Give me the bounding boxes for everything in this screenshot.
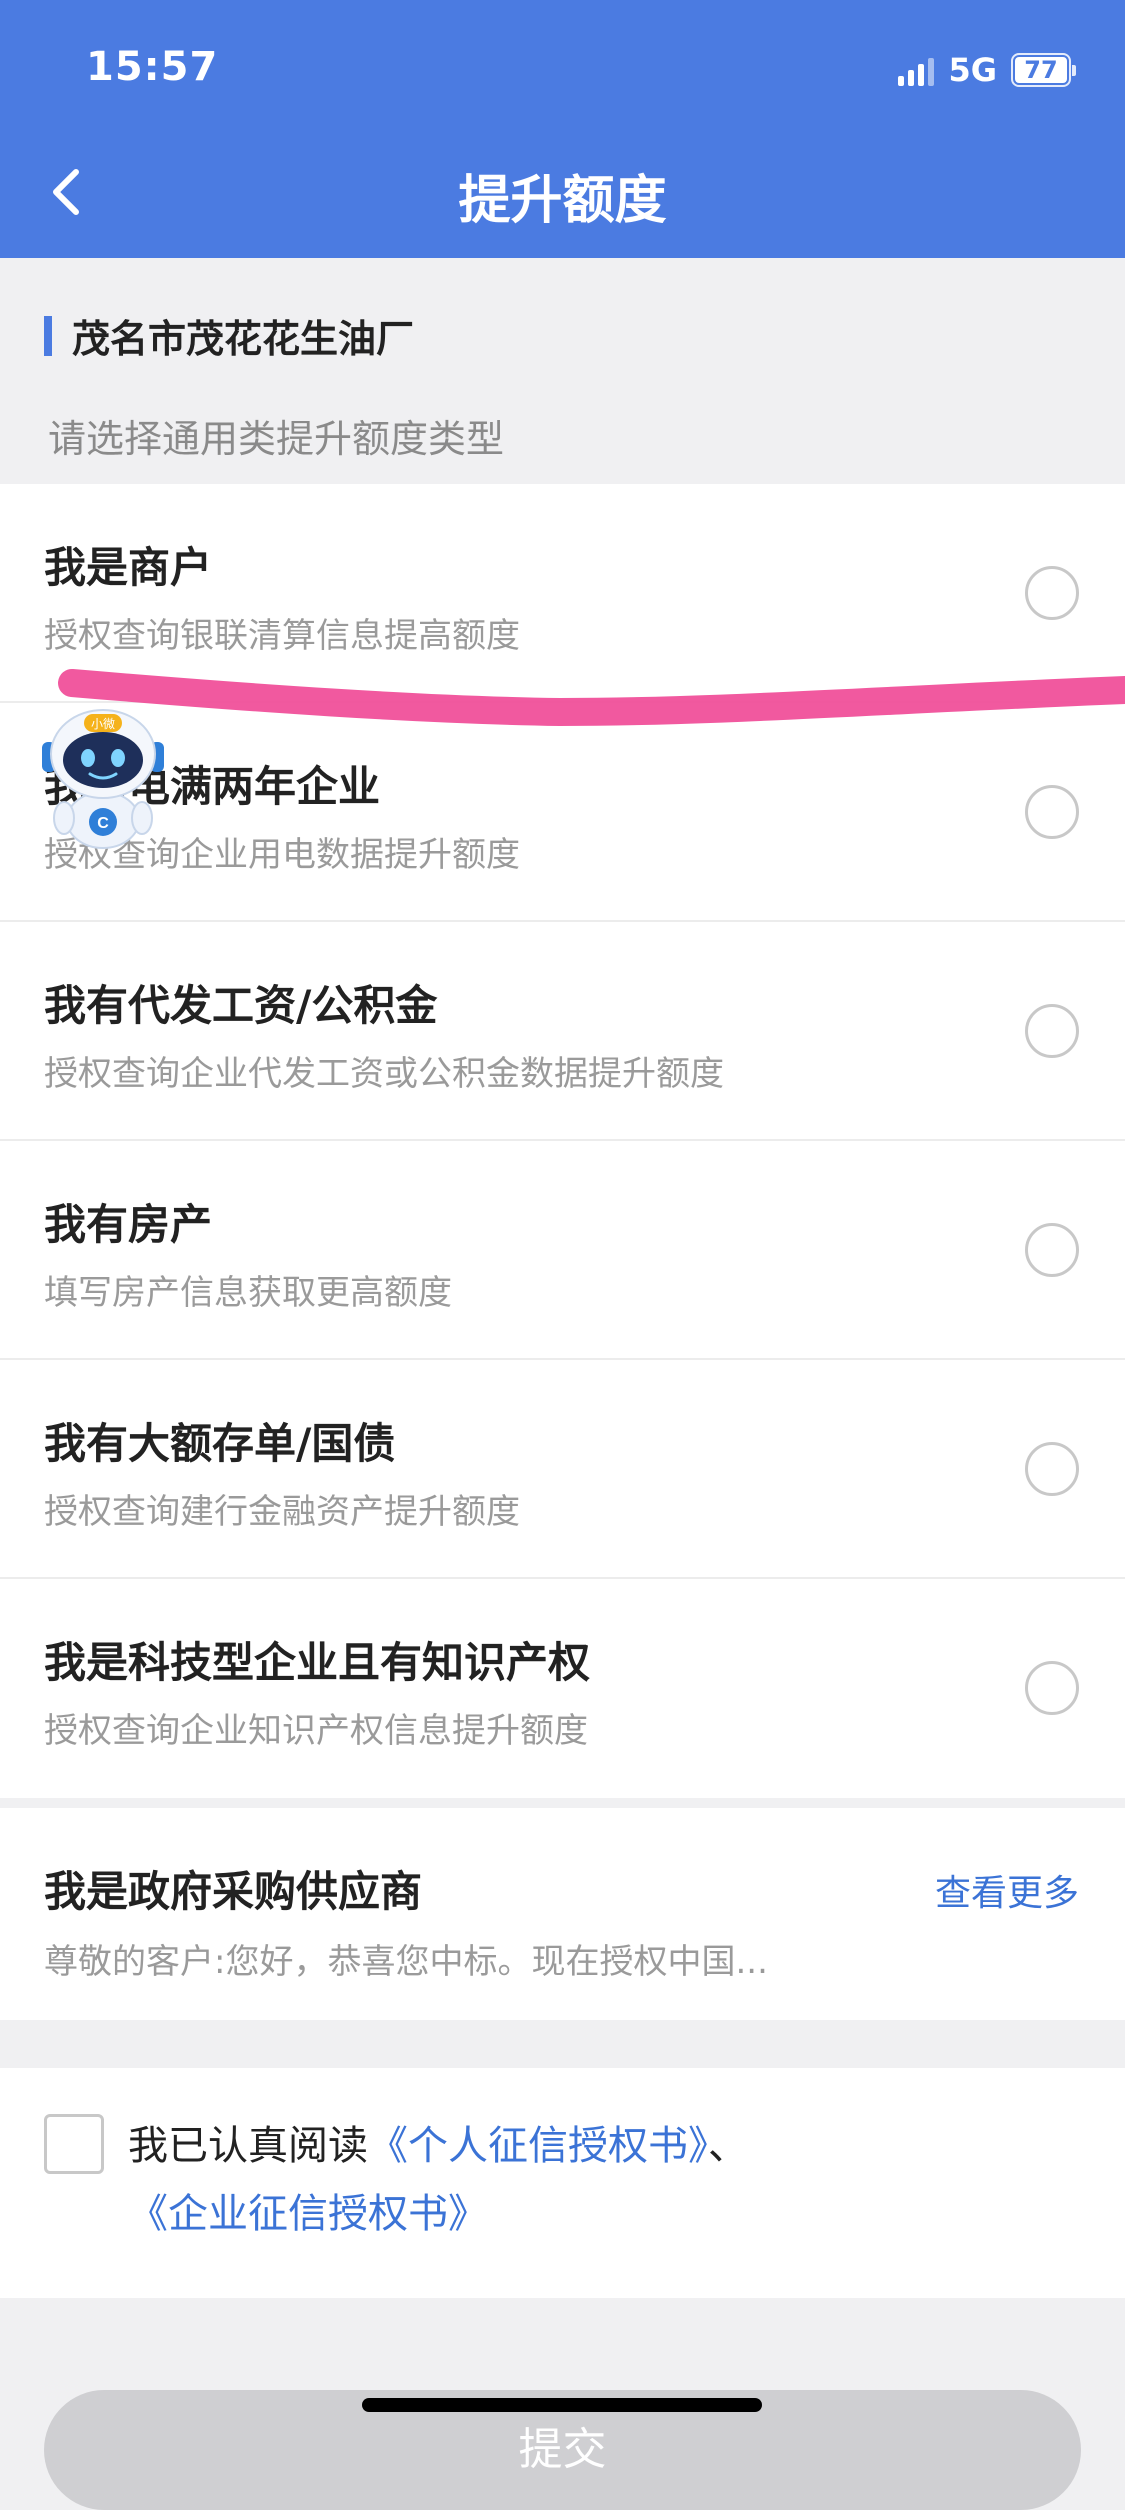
agreement-text: 我已认真阅读《个人征信授权书》、《企业征信授权书》 bbox=[128, 2112, 1068, 2248]
agreement-prefix: 我已认真阅读 bbox=[128, 2123, 368, 2169]
battery-icon: 77 bbox=[1011, 53, 1076, 87]
option-desc: 授权查询建行金融资产提升额度 bbox=[44, 1492, 520, 1532]
network-label: 5G bbox=[948, 51, 997, 89]
option-list: 我是商户 授权查询银联清算信息提高额度 我用电满两年企业 授权查询企业用电数据提… bbox=[0, 484, 1125, 1798]
signal-icon bbox=[898, 54, 935, 86]
svg-text:C: C bbox=[97, 815, 109, 832]
option-title: 我有房产 bbox=[44, 1200, 213, 1249]
radio-button[interactable] bbox=[1025, 1004, 1079, 1058]
status-indicators: 5G 77 bbox=[898, 50, 1076, 90]
radio-button[interactable] bbox=[1025, 785, 1079, 839]
assistant-robot[interactable]: C 小微 bbox=[38, 702, 168, 852]
option-title: 我有代发工资/公积金 bbox=[44, 981, 438, 1030]
option-tech-ip[interactable]: 我是科技型企业且有知识产权 授权查询企业知识产权信息提升额度 bbox=[0, 1579, 1125, 1798]
option-desc: 授权查询银联清算信息提高额度 bbox=[44, 616, 520, 656]
agreement-section: 我已认真阅读《个人征信授权书》、《企业征信授权书》 bbox=[0, 2068, 1125, 2298]
company-header: 茂名市茂花花生油厂 bbox=[44, 308, 414, 363]
agreement-separator: 、 bbox=[708, 2123, 748, 2169]
robot-icon: C 小微 bbox=[42, 709, 164, 849]
status-time: 15:57 bbox=[86, 44, 219, 90]
gov-desc: 尊敬的客户:您好，恭喜您中标。现在授权中国... bbox=[44, 1942, 768, 1982]
option-merchant[interactable]: 我是商户 授权查询银联清算信息提高额度 bbox=[0, 484, 1125, 703]
option-electricity[interactable]: 我用电满两年企业 授权查询企业用电数据提升额度 bbox=[0, 703, 1125, 922]
option-title: 我是科技型企业且有知识产权 bbox=[44, 1638, 591, 1687]
option-desc: 授权查询企业代发工资或公积金数据提升额度 bbox=[44, 1054, 724, 1094]
radio-button[interactable] bbox=[1025, 1223, 1079, 1277]
home-indicator bbox=[362, 2398, 762, 2412]
radio-button[interactable] bbox=[1025, 1661, 1079, 1715]
option-deposit[interactable]: 我有大额存单/国债 授权查询建行金融资产提升额度 bbox=[0, 1360, 1125, 1579]
personal-credit-link[interactable]: 《个人征信授权书》 bbox=[368, 2123, 708, 2169]
option-desc: 填写房产信息获取更高额度 bbox=[44, 1273, 452, 1313]
app-header: 15:57 5G 77 提升额度 bbox=[0, 0, 1125, 258]
select-prompt: 请选择通用类提升额度类型 bbox=[48, 417, 505, 461]
gov-title: 我是政府采购供应商 bbox=[44, 1867, 423, 1916]
battery-level: 77 bbox=[1015, 56, 1067, 84]
section-accent-bar bbox=[44, 315, 52, 356]
option-desc: 授权查询企业知识产权信息提升额度 bbox=[44, 1711, 588, 1751]
company-name: 茂名市茂花花生油厂 bbox=[72, 317, 415, 361]
page-title: 提升额度 bbox=[458, 171, 667, 231]
gov-supplier-card[interactable]: 我是政府采购供应商 查看更多 尊敬的客户:您好，恭喜您中标。现在授权中国... bbox=[0, 1808, 1125, 2020]
enterprise-credit-link[interactable]: 《企业征信授权书》 bbox=[128, 2191, 488, 2237]
view-more-link[interactable]: 查看更多 bbox=[935, 1864, 1079, 1916]
radio-button[interactable] bbox=[1025, 566, 1079, 620]
robot-badge: 小微 bbox=[91, 717, 115, 731]
radio-button[interactable] bbox=[1025, 1442, 1079, 1496]
option-property[interactable]: 我有房产 填写房产信息获取更高额度 bbox=[0, 1141, 1125, 1360]
option-payroll[interactable]: 我有代发工资/公积金 授权查询企业代发工资或公积金数据提升额度 bbox=[0, 922, 1125, 1141]
option-title: 我有大额存单/国债 bbox=[44, 1419, 396, 1468]
agree-checkbox[interactable] bbox=[44, 2114, 104, 2174]
option-title: 我是商户 bbox=[44, 543, 213, 592]
